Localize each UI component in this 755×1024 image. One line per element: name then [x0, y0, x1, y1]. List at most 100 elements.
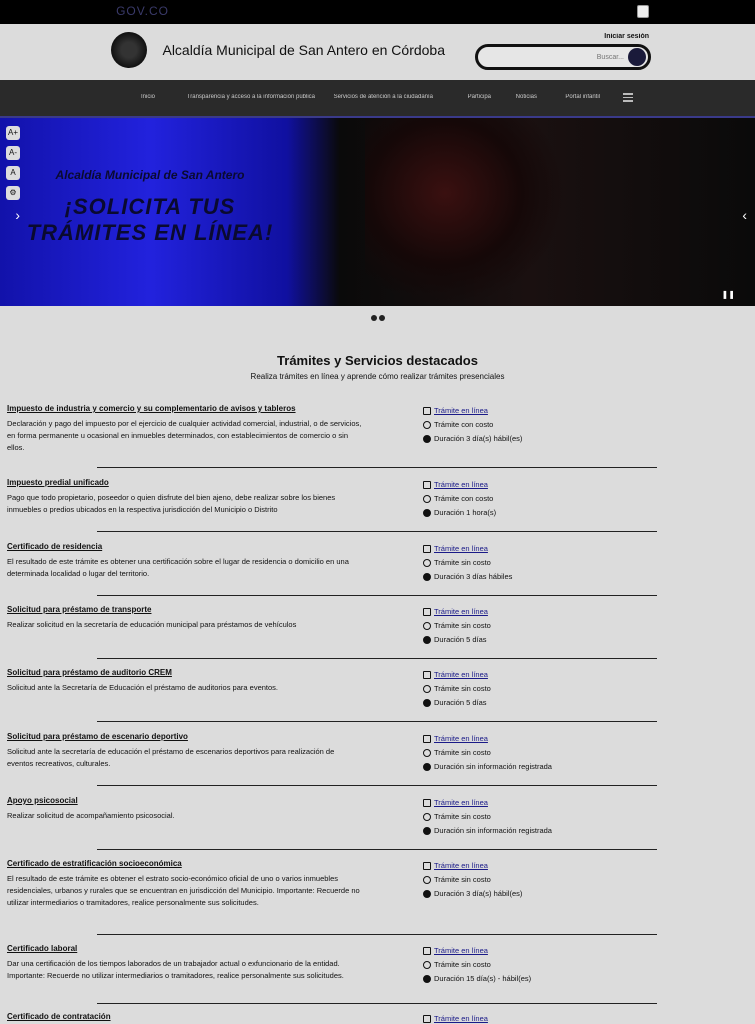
item-title[interactable]: Certificado de residencia	[7, 542, 357, 551]
cost-icon	[423, 749, 431, 757]
search-icon[interactable]	[628, 48, 646, 66]
cost-text: Trámite sin costo	[434, 558, 491, 567]
mode-link[interactable]: Trámite en línea	[434, 668, 488, 682]
cost-icon	[423, 622, 431, 630]
item-title[interactable]: Solicitud para préstamo de transporte	[7, 605, 357, 614]
item-description: Dar una certificación de los tiempos lab…	[7, 959, 344, 980]
carousel-dot[interactable]	[371, 315, 377, 321]
list-item: Certificado de contratación Trámite en lí…	[7, 1012, 657, 1024]
cost-icon	[423, 813, 431, 821]
increase-font-button[interactable]: A+	[6, 126, 20, 140]
accessibility-bar: A+ A- A ⚙	[4, 126, 20, 206]
online-icon	[423, 799, 431, 807]
cost-text: Trámite sin costo	[434, 960, 491, 969]
list-item: Solicitud para préstamo de auditorio CRE…	[7, 668, 657, 722]
decrease-font-button[interactable]: A-	[6, 146, 20, 160]
clock-icon	[423, 699, 431, 707]
search-box[interactable]	[475, 44, 651, 70]
list-item: Impuesto de industria y comercio y su co…	[7, 404, 657, 468]
nav-item-inicio[interactable]: Inicio	[141, 94, 155, 100]
top-bar: GOV.CO	[0, 0, 755, 24]
item-title[interactable]: Certificado de estratificación socioecon…	[7, 859, 357, 868]
nav-item-noticias[interactable]: Noticias	[516, 94, 537, 100]
cost-icon	[423, 876, 431, 884]
clock-icon	[423, 975, 431, 983]
carousel-dot[interactable]	[379, 315, 385, 321]
item-meta: Trámite en línea Trámite sin costo Duració…	[423, 732, 593, 774]
search-input[interactable]	[484, 50, 624, 64]
list-item: Solicitud para préstamo de transporte Rea…	[7, 605, 657, 659]
item-description: Declaración y pago del impuesto por el e…	[7, 419, 362, 452]
language-icon[interactable]	[637, 5, 649, 18]
online-icon	[423, 545, 431, 553]
item-title[interactable]: Solicitud para préstamo de auditorio CRE…	[7, 668, 357, 677]
nav-item-participa[interactable]: Participa	[468, 94, 491, 100]
hero-line-2: ¡SOLICITA TUS TRÁMITES EN LÍNEA!	[26, 194, 274, 245]
item-meta: Trámite en línea Trámite sin costo Duració…	[423, 859, 593, 901]
cost-icon	[423, 961, 431, 969]
hero-line-1: Alcaldía Municipal de San Antero	[55, 168, 245, 182]
list-item: Impuesto predial unificado Pago que todo …	[7, 478, 657, 532]
list-item: Certificado de estratificación socioecon…	[7, 859, 657, 935]
duration-text: Duración sin información registrada	[434, 826, 552, 835]
mode-link[interactable]: Trámite en línea	[434, 796, 488, 810]
login-link[interactable]: Iniciar sesión	[604, 33, 649, 40]
duration-text: Duración 3 día(s) hábil(es)	[434, 434, 523, 443]
online-icon	[423, 481, 431, 489]
mode-link[interactable]: Trámite en línea	[434, 605, 488, 619]
item-description: Realizar solicitud de acompañamiento psi…	[7, 811, 175, 820]
hero-banner-text: Alcaldía Municipal de San Antero ¡SOLICI…	[25, 168, 275, 246]
nav-item-servicios[interactable]: Servicios de atención a la ciudadanía	[334, 94, 433, 100]
item-title[interactable]: Certificado de contratación	[7, 1012, 357, 1021]
mode-link[interactable]: Trámite en línea	[434, 404, 488, 418]
item-title[interactable]: Certificado laboral	[7, 944, 357, 953]
item-title[interactable]: Impuesto predial unificado	[7, 478, 357, 487]
item-meta: Trámite en línea Trámite sin costo Duració…	[423, 796, 593, 838]
municipal-shield-logo[interactable]	[111, 32, 147, 68]
site-title: Alcaldía Municipal de San Antero en Córd…	[162, 42, 445, 58]
mode-link[interactable]: Trámite en línea	[434, 1012, 488, 1024]
section-subtitle: Realiza trámites en línea y aprende cómo…	[250, 372, 505, 381]
mode-link[interactable]: Trámite en línea	[434, 732, 488, 746]
nav-item-portal-infantil[interactable]: Portal infantil	[565, 94, 600, 100]
govco-logo[interactable]: GOV.CO	[116, 4, 169, 18]
item-description: El resultado de este trámite es obtener …	[7, 874, 360, 907]
pause-icon[interactable]: ❚❚	[722, 290, 735, 300]
settings-button[interactable]: ⚙	[6, 186, 20, 200]
online-icon	[423, 671, 431, 679]
item-meta: Trámite en línea Trámite sin costo Duració…	[423, 668, 593, 710]
item-meta: Trámite en línea Trámite con costo Duració…	[423, 478, 593, 520]
hero-carousel[interactable]: Alcaldía Municipal de San Antero ¡SOLICI…	[0, 118, 755, 306]
item-title[interactable]: Solicitud para préstamo de escenario dep…	[7, 732, 357, 741]
mode-link[interactable]: Trámite en línea	[434, 542, 488, 556]
mode-link[interactable]: Trámite en línea	[434, 944, 488, 958]
item-description: Realizar solicitud en la secretaría de e…	[7, 620, 297, 629]
mode-link[interactable]: Trámite en línea	[434, 859, 488, 873]
duration-text: Duración 3 días hábiles	[434, 572, 513, 581]
clock-icon	[423, 763, 431, 771]
item-description: El resultado de este trámite es obtener …	[7, 557, 349, 578]
carousel-dots	[369, 308, 385, 321]
item-meta: Trámite en línea	[423, 1012, 593, 1024]
contrast-button[interactable]: A	[6, 166, 20, 180]
menu-icon[interactable]	[623, 93, 633, 102]
carousel-next-icon[interactable]: ›	[733, 207, 747, 223]
clock-icon	[423, 636, 431, 644]
cost-text: Trámite sin costo	[434, 812, 491, 821]
mode-link[interactable]: Trámite en línea	[434, 478, 488, 492]
cost-icon	[423, 421, 431, 429]
item-meta: Trámite en línea Trámite sin costo Duració…	[423, 542, 593, 584]
item-title[interactable]: Apoyo psicosocial	[7, 796, 357, 805]
cost-icon	[423, 685, 431, 693]
item-description: Solicitud ante la Secretaría de Educació…	[7, 683, 278, 692]
list-item: Certificado laboral Dar una certificación…	[7, 944, 657, 1004]
nav-item-transparencia[interactable]: Transparencia y acceso a la información …	[187, 94, 315, 100]
duration-text: Duración 1 hora(s)	[434, 508, 497, 517]
carousel-prev-icon[interactable]: ‹	[6, 207, 20, 223]
item-title[interactable]: Impuesto de industria y comercio y su co…	[7, 404, 357, 413]
cost-text: Trámite con costo	[434, 494, 494, 503]
clock-icon	[423, 573, 431, 581]
item-description: Solicitud ante la secretaría de educació…	[7, 747, 335, 768]
list-item: Certificado de residencia El resultado de…	[7, 542, 657, 596]
duration-text: Duración 3 día(s) hábil(es)	[434, 889, 523, 898]
